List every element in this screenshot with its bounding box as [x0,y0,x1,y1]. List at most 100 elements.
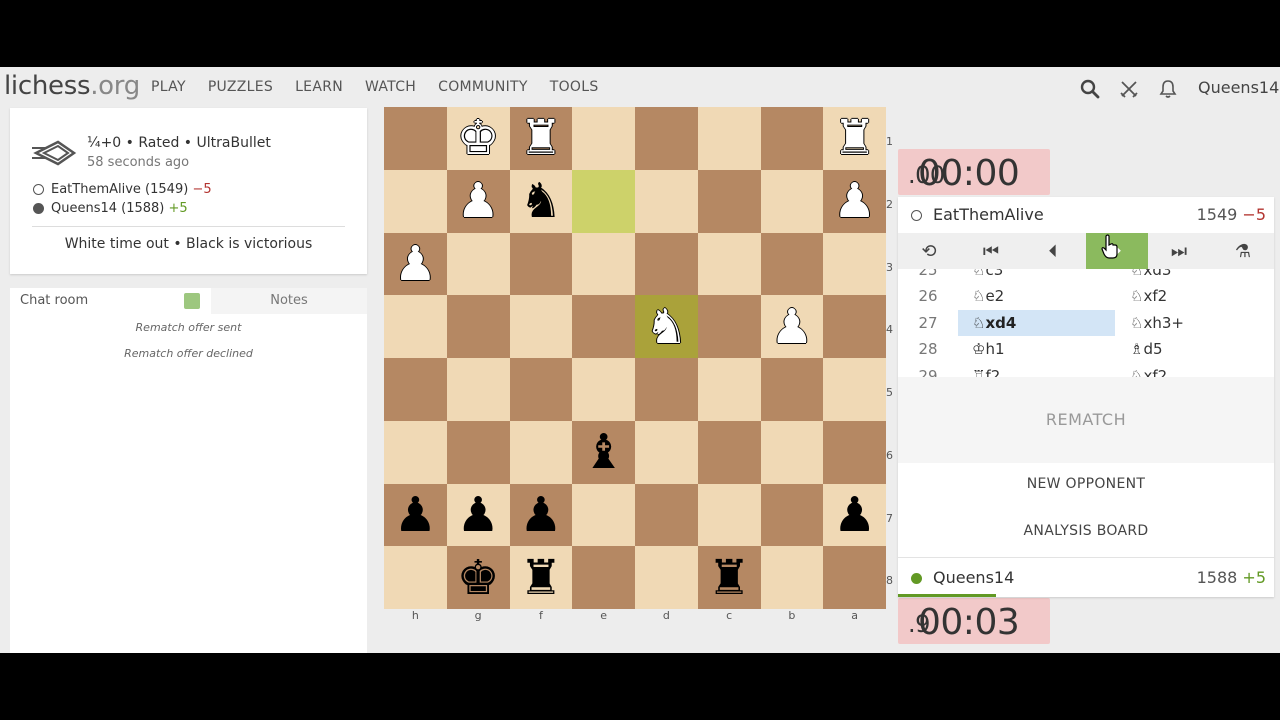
square-e5[interactable] [572,358,635,421]
square-d6[interactable] [635,420,698,484]
nav-play[interactable]: PLAY [151,79,186,95]
square-c6[interactable] [697,420,761,484]
square-f3[interactable] [509,232,573,296]
square-d3[interactable] [635,232,698,296]
last-move-icon[interactable]: ⏭ [1148,233,1210,269]
top-player-row[interactable]: EatThemAlive 1549 −5 [898,197,1274,233]
bottom-player-row[interactable]: Queens14 1588 +5 [898,560,1274,596]
square-c4[interactable] [697,295,761,358]
square-h8[interactable] [384,546,447,609]
white-move[interactable]: ♖f2 [958,363,1115,377]
black-king-icon[interactable]: ♚ [447,546,510,609]
site-logo[interactable]: lichess.org [4,71,140,101]
square-g5[interactable] [446,358,510,421]
square-e1[interactable] [572,107,635,170]
crossed-swords-icon[interactable] [1119,79,1139,99]
user-menu[interactable]: Queens14 [1198,78,1279,97]
square-h5[interactable] [384,358,447,421]
square-h4[interactable] [384,295,447,358]
white-pawn-icon[interactable]: ♟ [384,233,447,296]
square-c1[interactable] [697,107,761,170]
square-h1[interactable] [384,107,447,170]
square-d2[interactable] [635,169,698,233]
chat-toggle-checkbox[interactable] [184,293,200,309]
square-b7[interactable] [760,483,824,547]
square-d5[interactable] [635,358,698,421]
black-move[interactable]: ♘xh3+ [1116,310,1273,336]
nav-puzzles[interactable]: PUZZLES [208,79,273,95]
black-rook-icon[interactable]: ♜ [698,546,761,609]
white-move[interactable]: ♘c3 [958,269,1115,283]
square-c2[interactable] [697,169,761,233]
flip-board-icon[interactable]: ⟲ [898,233,960,269]
square-h6[interactable] [384,420,447,484]
square-d8[interactable] [635,546,698,609]
new-opponent-button[interactable]: NEW OPPONENT [898,476,1274,492]
square-f5[interactable] [509,358,573,421]
square-a3[interactable] [823,232,886,296]
square-c3[interactable] [697,232,761,296]
black-player[interactable]: Queens14 (1588) +5 [33,201,188,216]
white-king-icon[interactable]: ♚ [447,107,510,170]
square-a4[interactable] [823,295,886,358]
square-d1[interactable] [635,107,698,170]
square-f4[interactable] [509,295,573,358]
white-move-selected[interactable]: ♘xd4 [958,310,1115,336]
white-knight-icon[interactable]: ♞ [635,295,698,358]
black-bishop-icon[interactable]: ♝ [572,421,635,484]
square-h2[interactable] [384,169,447,233]
white-rook-icon[interactable]: ♜ [510,107,573,170]
square-a8[interactable] [823,546,886,609]
square-a5[interactable] [823,358,886,421]
white-pawn-icon[interactable]: ♟ [823,170,886,233]
square-b6[interactable] [760,420,824,484]
prev-move-icon[interactable]: ⏴ [1022,233,1084,269]
square-e4[interactable] [572,295,635,358]
nav-tools[interactable]: TOOLS [550,79,599,95]
analysis-microscope-icon[interactable]: ⚗ [1212,233,1274,269]
chess-board[interactable]: ♚ ♜ ♜ ♟ ♞ ♟ ♟ ♞ ♟ ♝ ♟ ♟ ♟ ♟ ♚ ♜ ♜ [384,107,886,609]
analysis-board-button[interactable]: ANALYSIS BOARD [898,523,1274,539]
square-e3[interactable] [572,232,635,296]
white-move[interactable]: ♘e2 [958,283,1115,309]
first-move-icon[interactable]: ⏮ [960,233,1022,269]
black-pawn-icon[interactable]: ♟ [823,484,886,547]
square-e7[interactable] [572,483,635,547]
black-pawn-icon[interactable]: ♟ [384,484,447,547]
search-icon[interactable] [1080,79,1100,99]
white-pawn-icon[interactable]: ♟ [761,295,824,358]
white-player[interactable]: EatThemAlive (1549) −5 [33,182,212,197]
square-g3[interactable] [446,232,510,296]
square-b8[interactable] [760,546,824,609]
tab-notes[interactable]: Notes [211,288,367,314]
square-b1[interactable] [760,107,824,170]
square-b2[interactable] [760,169,824,233]
square-c7[interactable] [697,483,761,547]
square-b3[interactable] [760,232,824,296]
square-b5[interactable] [760,358,824,421]
nav-learn[interactable]: LEARN [295,79,343,95]
square-f6[interactable] [509,420,573,484]
bell-icon[interactable] [1158,79,1178,99]
square-e2[interactable] [572,169,635,233]
square-g6[interactable] [446,420,510,484]
black-move[interactable]: ♗d5 [1116,336,1273,362]
black-pawn-icon[interactable]: ♟ [447,484,510,547]
black-move[interactable]: ♘xf2 [1116,283,1273,309]
black-move[interactable]: ♘xf2 [1116,363,1273,377]
square-c5[interactable] [697,358,761,421]
black-rook-icon[interactable]: ♜ [510,546,573,609]
white-rook-icon[interactable]: ♜ [823,107,886,170]
square-e8[interactable] [572,546,635,609]
square-d7[interactable] [635,483,698,547]
white-move[interactable]: ♔h1 [958,336,1115,362]
square-a6[interactable] [823,420,886,484]
rematch-button[interactable]: REMATCH [898,377,1274,463]
square-g4[interactable] [446,295,510,358]
tab-chat-room[interactable]: Chat room [10,288,211,314]
black-knight-icon[interactable]: ♞ [510,170,573,233]
black-move[interactable]: ♘xd3 [1116,269,1273,283]
nav-watch[interactable]: WATCH [365,79,416,95]
nav-community[interactable]: COMMUNITY [438,79,528,95]
white-pawn-icon[interactable]: ♟ [447,170,510,233]
